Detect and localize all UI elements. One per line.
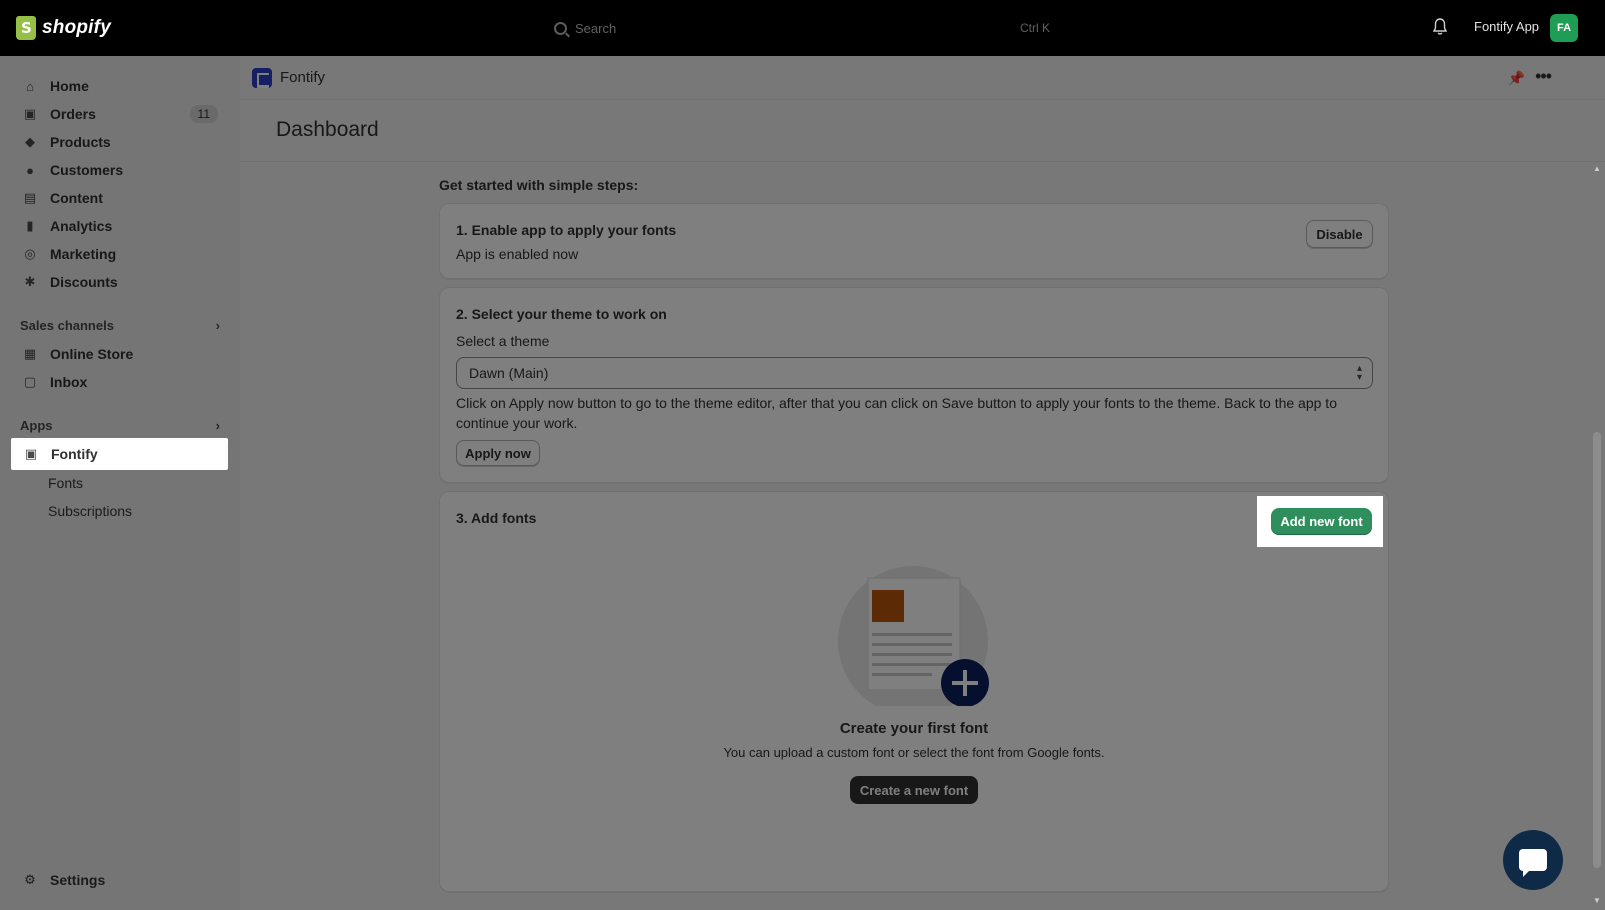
step1-card: 1. Enable app to apply your fonts App is… — [439, 203, 1389, 279]
empty-state-title: Create your first font — [839, 720, 989, 737]
select-theme-label: Select a theme — [456, 333, 550, 349]
shopify-bag-icon — [16, 16, 36, 40]
avatar[interactable]: FA — [1550, 14, 1578, 42]
sidebar-item-label: Settings — [50, 872, 106, 888]
section-title: Get started with simple steps: — [439, 177, 639, 193]
bar-chart-icon: ▮ — [26, 218, 34, 233]
sidebar-item-label: Content — [50, 190, 103, 206]
scrollbar[interactable]: ▲ ▼ — [1589, 162, 1605, 910]
search-placeholder: Search — [575, 20, 617, 36]
empty-state-text: You can upload a custom font or select t… — [723, 745, 1105, 760]
sidebar-item-orders[interactable]: ▣ Orders 11 — [12, 100, 228, 128]
sidebar-item-online-store[interactable]: ▦ Online Store — [12, 340, 228, 368]
sidebar-item-discounts[interactable]: ✱ Discounts — [12, 268, 228, 296]
app-header: Fontify 📌 ••• — [240, 56, 1605, 100]
step3-card: 3. Add fonts Create your first font You … — [439, 491, 1389, 892]
sidebar-item-label: Online Store — [50, 346, 134, 362]
step2-help-text: Click on Apply now button to go to the t… — [456, 395, 1337, 431]
sidebar-item-home[interactable]: ⌂ Home — [12, 72, 228, 100]
sidebar-item-marketing[interactable]: ◎ Marketing — [12, 240, 228, 268]
theme-select-value: Dawn (Main) — [469, 365, 549, 381]
sidebar-item-analytics[interactable]: ▮ Analytics — [12, 212, 228, 240]
sidebar-item-customers[interactable]: ● Customers — [12, 156, 228, 184]
brand-name: shopify — [42, 17, 111, 38]
fontify-app-icon: ▣ — [24, 446, 38, 461]
tag-icon: ◆ — [25, 134, 35, 149]
bell-icon[interactable] — [1432, 18, 1448, 36]
inbox-icon: ▣ — [23, 106, 37, 121]
chat-bubble-icon — [1519, 849, 1547, 877]
page-header: Dashboard — [240, 100, 1605, 162]
step2-title: 2. Select your theme to work on — [456, 306, 667, 322]
store-icon: ▦ — [23, 346, 37, 361]
scroll-up-icon[interactable]: ▲ — [1593, 164, 1601, 173]
store-name[interactable]: Fontify App — [1474, 19, 1539, 34]
top-bar: shopify Search Ctrl K Fontify App FA — [0, 0, 1605, 56]
app-title: Fontify — [280, 69, 326, 86]
sidebar-item-inbox[interactable]: ▢ Inbox — [12, 368, 228, 396]
person-icon: ● — [26, 162, 34, 178]
sidebar-item-label: Analytics — [50, 218, 113, 234]
chat-launcher-button[interactable] — [1503, 830, 1563, 890]
theme-select[interactable]: Dawn (Main) ▴ ▾ — [456, 357, 1373, 389]
fontify-logo-icon — [252, 67, 272, 88]
more-actions-icon[interactable]: ••• — [1535, 66, 1552, 87]
create-new-font-button[interactable]: Create a new font — [850, 776, 978, 804]
sidebar-item-products[interactable]: ◆ Products — [12, 128, 228, 156]
apps-label: Apps — [20, 418, 53, 433]
shopify-logo[interactable]: shopify — [16, 16, 111, 40]
document-illustration-icon — [838, 566, 989, 706]
select-caret-icon: ▴ ▾ — [1356, 363, 1362, 383]
scroll-down-icon[interactable]: ▼ — [1593, 896, 1601, 905]
apps-header[interactable]: Apps › — [20, 418, 220, 433]
disable-button[interactable]: Disable — [1306, 220, 1373, 248]
pin-icon[interactable]: 📌 — [1508, 70, 1525, 87]
target-icon: ◎ — [24, 246, 36, 261]
sidebar-subitem-fonts[interactable]: Fonts — [48, 475, 83, 491]
step1-title: 1. Enable app to apply your fonts — [456, 222, 677, 238]
image-icon: ▤ — [23, 190, 37, 205]
sidebar: ⌂ Home ▣ Orders 11 ◆ Products ● Customer… — [0, 56, 240, 910]
search-bar[interactable]: Search Ctrl K — [554, 14, 1050, 42]
step1-status: App is enabled now — [456, 246, 579, 262]
sidebar-item-label: Fontify — [51, 446, 98, 462]
chat-icon: ▢ — [23, 374, 37, 389]
discount-icon: ✱ — [24, 274, 36, 289]
sidebar-item-label: Inbox — [50, 374, 88, 390]
sidebar-item-label: Products — [50, 134, 111, 150]
page-title: Dashboard — [276, 118, 379, 141]
chevron-right-icon: › — [215, 418, 220, 433]
sidebar-subitem-subscriptions[interactable]: Subscriptions — [48, 503, 132, 519]
sidebar-item-label: Marketing — [50, 246, 117, 262]
scroll-thumb[interactable] — [1593, 432, 1601, 868]
sidebar-item-label: Home — [50, 78, 89, 94]
search-shortcut: Ctrl K — [1020, 21, 1050, 35]
search-icon — [554, 21, 567, 35]
gear-icon: ⚙ — [24, 872, 36, 887]
sidebar-item-content[interactable]: ▤ Content — [12, 184, 228, 212]
sidebar-item-label: Orders — [50, 106, 96, 122]
orders-count-badge: 11 — [189, 105, 218, 123]
sidebar-item-label: Customers — [50, 162, 124, 178]
step2-card: 2. Select your theme to work on Select a… — [439, 287, 1389, 483]
step3-title: 3. Add fonts — [456, 510, 537, 526]
home-icon: ⌂ — [26, 78, 34, 94]
sidebar-item-label: Discounts — [50, 274, 118, 290]
chevron-right-icon: › — [215, 318, 220, 333]
sidebar-item-fontify[interactable]: ▣ Fontify — [13, 440, 226, 468]
add-new-font-button[interactable]: Add new font — [1271, 508, 1372, 535]
apply-now-button[interactable]: Apply now — [456, 440, 540, 466]
sidebar-item-settings[interactable]: ⚙ Settings — [12, 866, 228, 894]
sales-channels-label: Sales channels — [20, 318, 114, 333]
sales-channels-header[interactable]: Sales channels › — [20, 318, 220, 333]
